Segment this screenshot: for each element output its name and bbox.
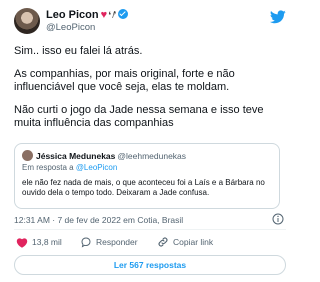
link-icon — [158, 237, 168, 247]
like-button[interactable]: 13,8 mil — [16, 235, 62, 249]
reply-bubble-icon — [81, 237, 91, 248]
reply-button[interactable]: Responder — [80, 235, 138, 249]
quoted-avatar — [22, 150, 33, 161]
verified-badge-icon — [118, 9, 129, 19]
tweet-body: Sim.. isso eu falei lá atrás. As companh… — [14, 45, 284, 140]
author-name[interactable]: Leo Picon — [46, 9, 99, 21]
quoted-handle: @leehmedunekas — [117, 151, 187, 161]
tweet-header: Leo Picon ♥❛ ̸❜ @LeoPicon — [14, 7, 286, 39]
quoted-tweet[interactable]: Jéssica Medunekas @leehmedunekas Em respo… — [14, 143, 280, 209]
copy-link-button[interactable]: Copiar link — [157, 235, 213, 249]
reply-prefix: Em resposta a — [22, 163, 74, 172]
divider — [14, 229, 286, 230]
reply-context: Em resposta a @LeoPicon — [22, 163, 117, 172]
heart-emoji: ♥ — [100, 9, 108, 21]
quoted-author: Jéssica Medunekas @leehmedunekas — [22, 150, 186, 161]
author-name-line[interactable]: Leo Picon ♥❛ ̸❜ — [46, 9, 129, 22]
tweet-paragraph: Não curti o jogo da Jade nessa semana e … — [14, 104, 264, 129]
tweet-paragraph: As companhias, por mais original, forte … — [14, 68, 235, 93]
heart-icon — [16, 237, 28, 248]
tweet-embed-card: Leo Picon ♥❛ ̸❜ @LeoPicon Sim.. isso eu f… — [0, 0, 300, 282]
like-count: 13,8 mil — [32, 237, 62, 247]
reply-to-handle[interactable]: @LeoPicon — [76, 163, 117, 172]
quoted-name: Jéssica Medunekas — [36, 151, 116, 161]
author-names: Leo Picon ♥❛ ̸❜ @LeoPicon — [46, 9, 129, 34]
read-replies-button[interactable]: Ler 567 respostas — [14, 255, 286, 275]
twitter-bird-icon[interactable] — [270, 10, 286, 24]
info-icon[interactable] — [272, 213, 284, 225]
quoted-text: ele não fez nada de mais, o que acontece… — [22, 178, 265, 197]
name-decoration: ❛ ̸❜ — [108, 10, 117, 20]
author-avatar[interactable] — [14, 8, 40, 34]
copy-link-label: Copiar link — [173, 237, 214, 247]
tweet-paragraph: Sim.. isso eu falei lá atrás. — [14, 45, 143, 57]
tweet-timestamp[interactable]: 12:31 AM · 7 de fev de 2022 em Cotia, Br… — [14, 215, 183, 225]
reply-label: Responder — [96, 237, 138, 247]
author-handle[interactable]: @LeoPicon — [46, 22, 128, 34]
